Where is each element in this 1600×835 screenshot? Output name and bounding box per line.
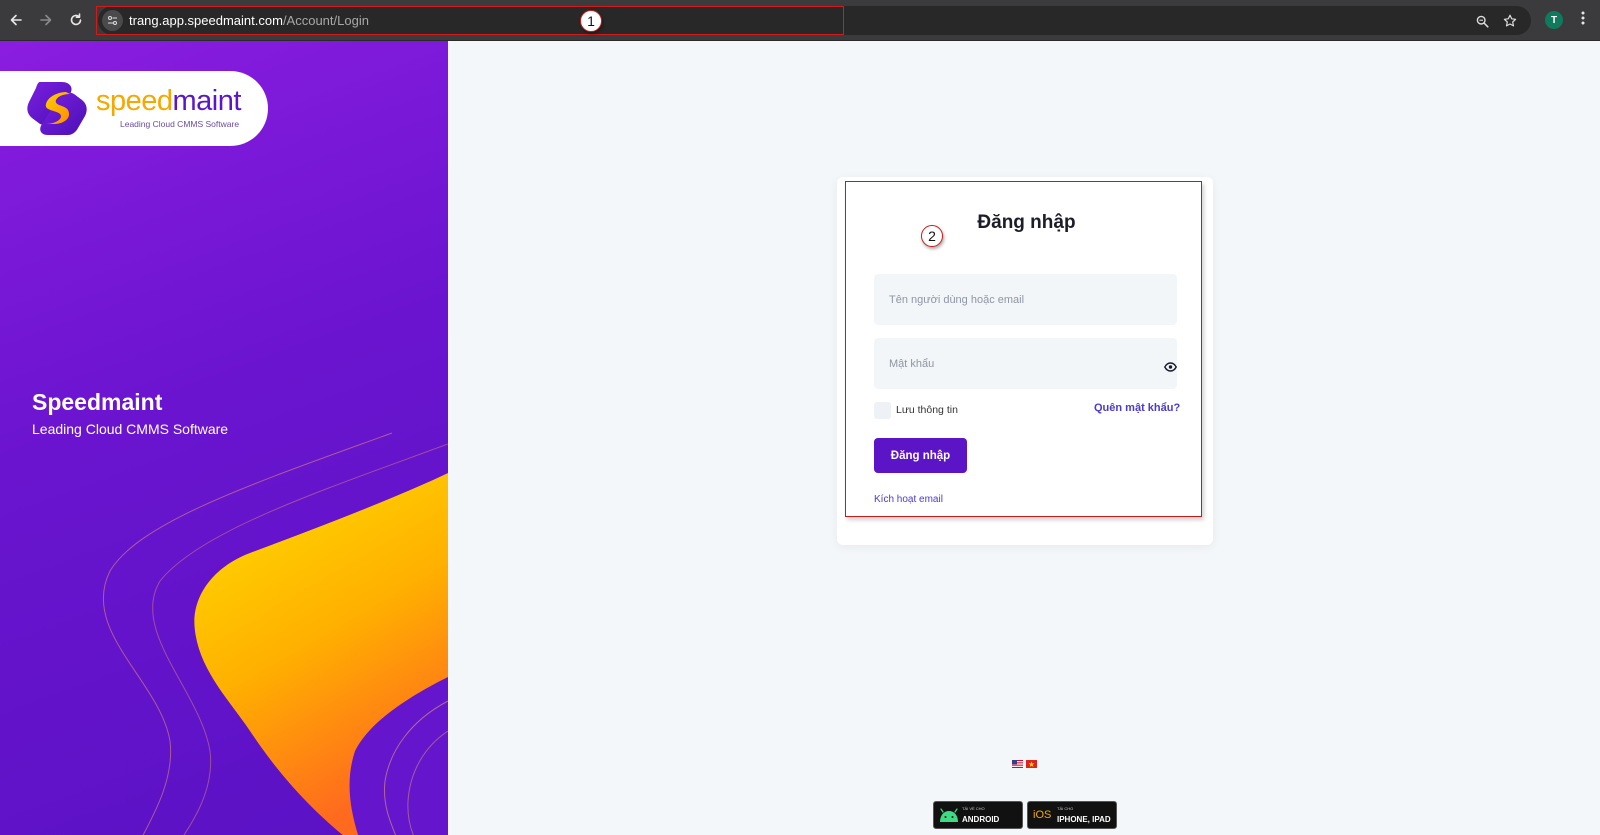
vietnam-flag-icon[interactable] [1026, 755, 1037, 768]
forgot-password-link[interactable]: Quên mật khẩu? [1094, 402, 1180, 414]
profile-avatar[interactable]: T [1545, 11, 1563, 29]
zoom-icon[interactable] [1472, 11, 1492, 31]
remember-label: Lưu thông tin [896, 404, 958, 416]
decorative-waves [102, 432, 448, 835]
url-text[interactable]: trang.app.speedmaint.com/Account/Login [129, 13, 369, 28]
activate-email-link[interactable]: Kích hoạt email [874, 494, 943, 505]
password-input[interactable] [874, 338, 1177, 389]
brand-subtitle: Leading Cloud CMMS Software [32, 421, 229, 437]
speedmaint-logo-icon [27, 82, 87, 135]
reload-icon[interactable] [65, 9, 87, 31]
eye-icon[interactable] [1163, 360, 1177, 374]
site-info-icon[interactable] [102, 10, 123, 31]
logo-tagline: Leading Cloud CMMS Software [120, 119, 240, 129]
back-arrow-icon[interactable] [5, 9, 27, 31]
logo-word-speed: speed [96, 85, 173, 117]
ios-app-badge[interactable]: iOS TẢI CHO IPHONE, IPAD [1027, 801, 1117, 829]
address-bar[interactable]: trang.app.speedmaint.com/Account/Login [98, 6, 1531, 35]
us-flag-icon[interactable] [1012, 755, 1023, 768]
brand-panel: speedmaint Leading Cloud CMMS Software S… [0, 41, 448, 835]
remember-checkbox[interactable] [874, 402, 891, 419]
login-button[interactable]: Đăng nhập [874, 438, 967, 473]
browser-toolbar: trang.app.speedmaint.com/Account/Login T [0, 0, 1600, 41]
android-app-badge[interactable]: TẢI VỀ CHO ANDROID [933, 801, 1023, 829]
android-badge-text: ANDROID [962, 815, 1000, 824]
username-input[interactable] [874, 274, 1177, 325]
logo-wordmark: speedmaint [96, 85, 241, 118]
ios-badge-small-text: TẢI CHO [1057, 806, 1074, 811]
bookmark-star-icon[interactable] [1500, 11, 1520, 31]
ios-mark: iOS [1033, 809, 1052, 821]
logo-word-maint: maint [172, 85, 242, 117]
url-path: /Account/Login [282, 13, 369, 28]
login-title: Đăng nhập [977, 212, 1076, 233]
annotation-badge-1: 1 [580, 10, 602, 32]
android-badge-small-text: TẢI VỀ CHO [962, 806, 985, 811]
android-icon [940, 808, 958, 822]
ios-badge-text: IPHONE, IPAD [1057, 815, 1111, 824]
url-host: trang.app.speedmaint.com [129, 13, 283, 28]
logo: speedmaint Leading Cloud CMMS Software [0, 71, 268, 146]
brand-title: Speedmaint [32, 389, 163, 415]
kebab-menu-icon[interactable] [1578, 10, 1588, 30]
forward-arrow-icon[interactable] [35, 9, 57, 31]
